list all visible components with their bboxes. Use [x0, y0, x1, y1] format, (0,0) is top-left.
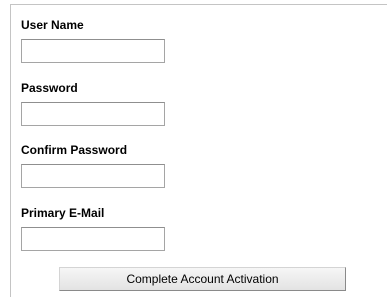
primary-email-input[interactable] — [21, 227, 165, 251]
user-name-input[interactable] — [21, 39, 165, 63]
password-label: Password — [21, 81, 78, 95]
primary-email-label: Primary E-Mail — [21, 206, 105, 220]
confirm-password-label: Confirm Password — [21, 143, 128, 157]
user-name-label: User Name — [21, 18, 84, 32]
account-activation-form: User Name Password Confirm Password Prim… — [10, 4, 387, 297]
complete-account-activation-button[interactable]: Complete Account Activation — [59, 267, 346, 291]
password-input[interactable] — [21, 102, 165, 126]
confirm-password-input[interactable] — [21, 164, 165, 188]
